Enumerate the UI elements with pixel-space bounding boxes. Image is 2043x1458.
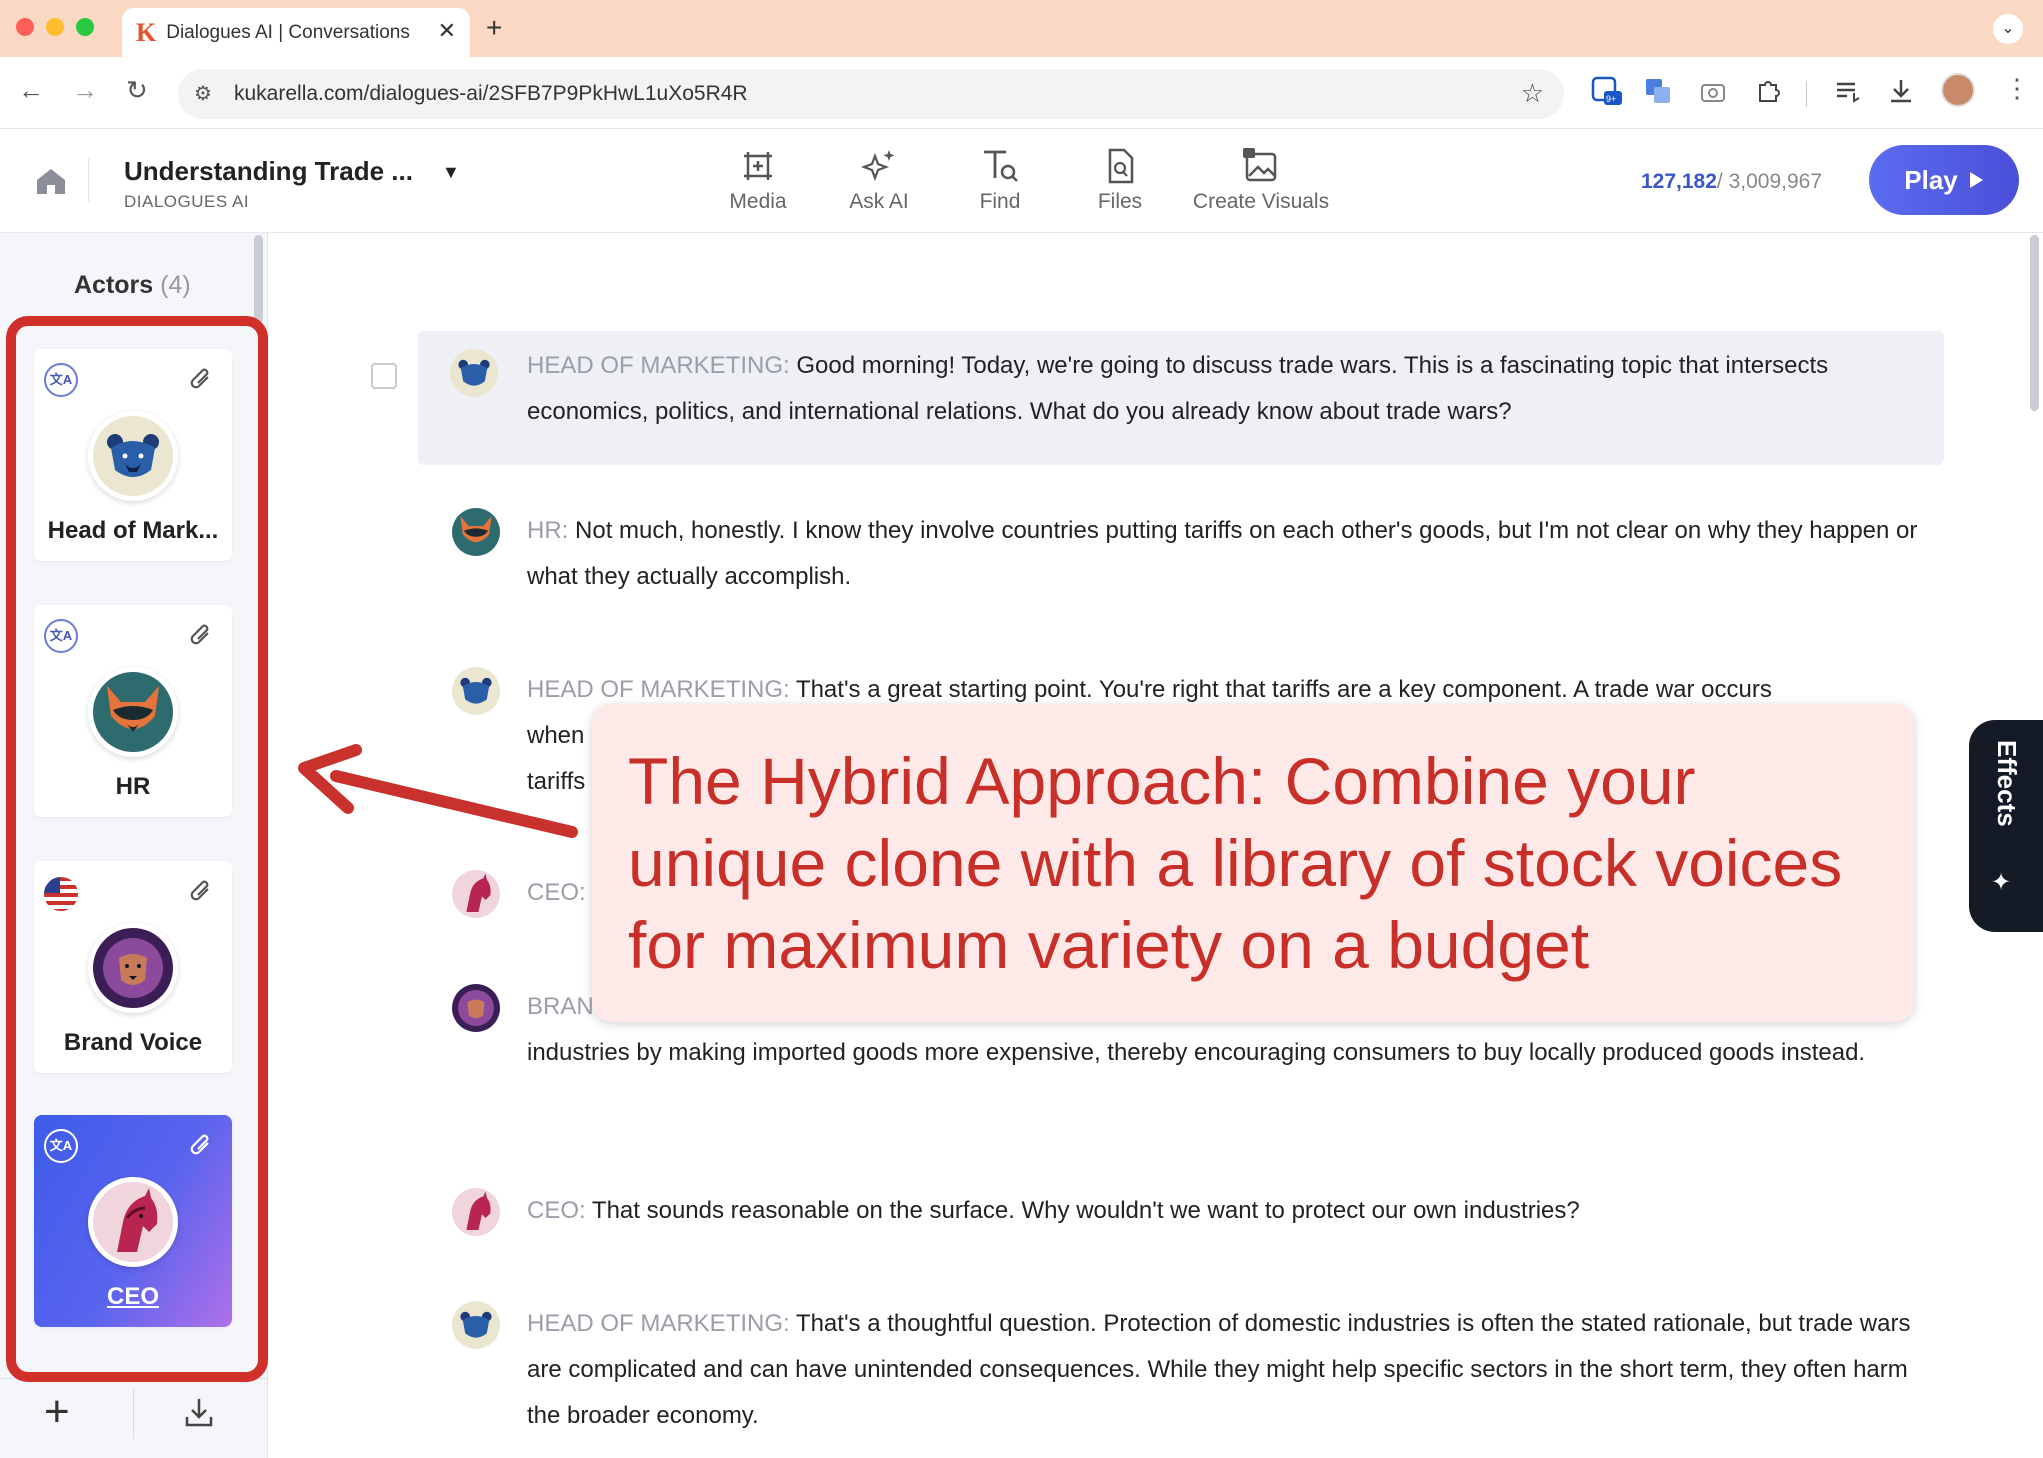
speaker-label: HEAD OF MARKETING:	[527, 352, 790, 379]
files-tool-button[interactable]: Files	[1094, 146, 1146, 214]
add-actor-plus-icon[interactable]: +	[44, 1387, 70, 1437]
files-label: Files	[1097, 190, 1143, 213]
tab-title: Dialogues AI | Conversations	[166, 21, 410, 43]
speaker-label: HEAD OF MARKETING:	[527, 1310, 790, 1337]
tab-close-icon[interactable]: ✕	[438, 18, 456, 44]
dialogue-line[interactable]: HEAD OF MARKETING: Good morning! Today, …	[418, 331, 1944, 465]
actors-count: (4)	[160, 271, 191, 299]
sidebar-footer: +	[0, 1378, 268, 1458]
highlight-box	[6, 316, 268, 1382]
dialogue-line[interactable]: HEAD OF MARKETING: That's a thoughtful q…	[420, 1301, 1950, 1451]
svg-text:9+: 9+	[1606, 94, 1616, 104]
annotation-callout: The Hybrid Approach: Combine your unique…	[592, 704, 1914, 1022]
speaker-label: HEAD OF MARKETING:	[527, 676, 790, 703]
speaker-label: CEO:	[527, 879, 586, 906]
horse-icon	[452, 870, 500, 918]
ask-ai-tool-button[interactable]: Ask AI	[842, 146, 916, 214]
lion-icon	[452, 984, 500, 1032]
files-icon	[1108, 148, 1134, 184]
browser-menu-icon[interactable]: ⋮	[2004, 73, 2030, 104]
media-tool-button[interactable]: Media	[722, 146, 794, 214]
header-divider	[88, 158, 89, 202]
play-triangle-icon	[1969, 172, 1983, 188]
select-line-checkbox[interactable]	[371, 363, 397, 389]
forward-arrow-icon[interactable]: →	[72, 75, 98, 106]
minimize-window-button[interactable]	[46, 18, 64, 36]
actors-label: Actors	[74, 271, 154, 299]
speaker-label: BRAN	[527, 993, 594, 1020]
extension-badge-icon[interactable]: 9+	[1590, 75, 1624, 109]
create-visuals-label: Create Visuals	[1192, 190, 1330, 213]
camera-icon[interactable]	[1700, 79, 1726, 103]
app-root: K Dialogues AI | Conversations ✕ + ⌄ ← →…	[0, 0, 2043, 1458]
annotation-arrow-icon	[298, 744, 578, 838]
download-icon[interactable]	[184, 1395, 214, 1429]
effects-label: Effects	[1992, 740, 2022, 827]
app-header: Understanding Trade ... DIALOGUES AI ▼ M…	[0, 130, 2043, 233]
fox-icon	[452, 508, 500, 556]
puzzle-extensions-icon[interactable]	[1754, 77, 1782, 105]
line-text[interactable]: That's a great starting point. You're ri…	[796, 676, 1772, 703]
line-text[interactable]: Not much, honestly. I know they involve …	[527, 517, 1917, 590]
actors-heading: Actors (4)	[74, 271, 191, 300]
address-bar[interactable]: ⚙ kukarella.com/dialogues-ai/2SFB7P9PkHw…	[178, 69, 1564, 119]
close-window-button[interactable]	[16, 18, 34, 36]
play-label: Play	[1904, 164, 1958, 195]
reading-list-icon[interactable]	[1834, 79, 1862, 103]
footer-divider	[133, 1389, 134, 1439]
counter-total: / 3,009,967	[1716, 170, 1823, 193]
dialogue-line[interactable]: HR: Not much, honestly. I know they invo…	[420, 496, 1950, 606]
play-button[interactable]: Play	[1869, 145, 2019, 215]
ask-ai-label: Ask AI	[849, 190, 909, 213]
counter-used: 127,182	[1641, 170, 1717, 193]
character-counter: 127,182/ 3,009,967	[1641, 170, 1822, 194]
kukarella-logo-icon: K	[136, 17, 157, 47]
magic-wand-icon: ✦	[1991, 869, 2012, 896]
horse-icon	[452, 1188, 500, 1236]
back-arrow-icon[interactable]: ←	[18, 75, 44, 106]
new-tab-button[interactable]: +	[486, 12, 502, 44]
line-text[interactable]: industries by making imported goods more…	[527, 1030, 1920, 1076]
tab-search-chevron-icon[interactable]: ⌄	[1993, 14, 2023, 44]
bookmark-star-icon[interactable]: ☆	[1521, 78, 1544, 109]
project-title[interactable]: Understanding Trade ...	[124, 156, 413, 187]
browser-tab[interactable]: K Dialogues AI | Conversations ✕	[122, 8, 470, 57]
toolbar-divider	[1806, 81, 1807, 107]
find-tool-button[interactable]: Find	[972, 146, 1028, 214]
translate-extension-icon[interactable]	[1644, 77, 1672, 105]
profile-avatar[interactable]	[1941, 73, 1975, 107]
media-label: Media	[729, 190, 787, 213]
browser-tab-bar: K Dialogues AI | Conversations ✕ + ⌄	[0, 0, 2043, 57]
site-settings-icon[interactable]: ⚙	[194, 81, 212, 106]
project-subtitle: DIALOGUES AI	[124, 192, 250, 211]
find-text-icon	[984, 150, 1018, 182]
speaker-label: CEO:	[527, 1197, 586, 1224]
create-visuals-icon	[1243, 148, 1277, 182]
bear-icon	[452, 1301, 500, 1349]
maximize-window-button[interactable]	[76, 18, 94, 36]
bear-icon	[452, 667, 500, 715]
home-icon[interactable]	[34, 166, 68, 196]
line-text[interactable]: That sounds reasonable on the surface. W…	[592, 1197, 1580, 1224]
create-visuals-tool-button[interactable]: Create Visuals	[1190, 146, 1332, 214]
project-dropdown-chevron-icon[interactable]: ▼	[442, 162, 460, 183]
url-text: kukarella.com/dialogues-ai/2SFB7P9PkHwL1…	[234, 82, 748, 105]
speaker-label: HR:	[527, 517, 569, 544]
reload-icon[interactable]: ↻	[126, 75, 148, 106]
effects-panel-tab[interactable]: Effects ✦	[1969, 720, 2043, 932]
browser-toolbar: ← → ↻ ⚙ kukarella.com/dialogues-ai/2SFB7…	[0, 57, 2043, 129]
bear-icon	[450, 349, 498, 397]
find-label: Find	[979, 190, 1021, 213]
sparkle-icon	[860, 150, 895, 182]
sidebar-scrollbar[interactable]	[254, 235, 263, 323]
callout-text: The Hybrid Approach: Combine your unique…	[628, 744, 1843, 982]
main-scrollbar[interactable]	[2030, 235, 2039, 411]
media-icon	[744, 152, 772, 180]
dialogue-line[interactable]: CEO: That sounds reasonable on the surfa…	[420, 1188, 1950, 1238]
download-icon[interactable]	[1888, 77, 1914, 105]
